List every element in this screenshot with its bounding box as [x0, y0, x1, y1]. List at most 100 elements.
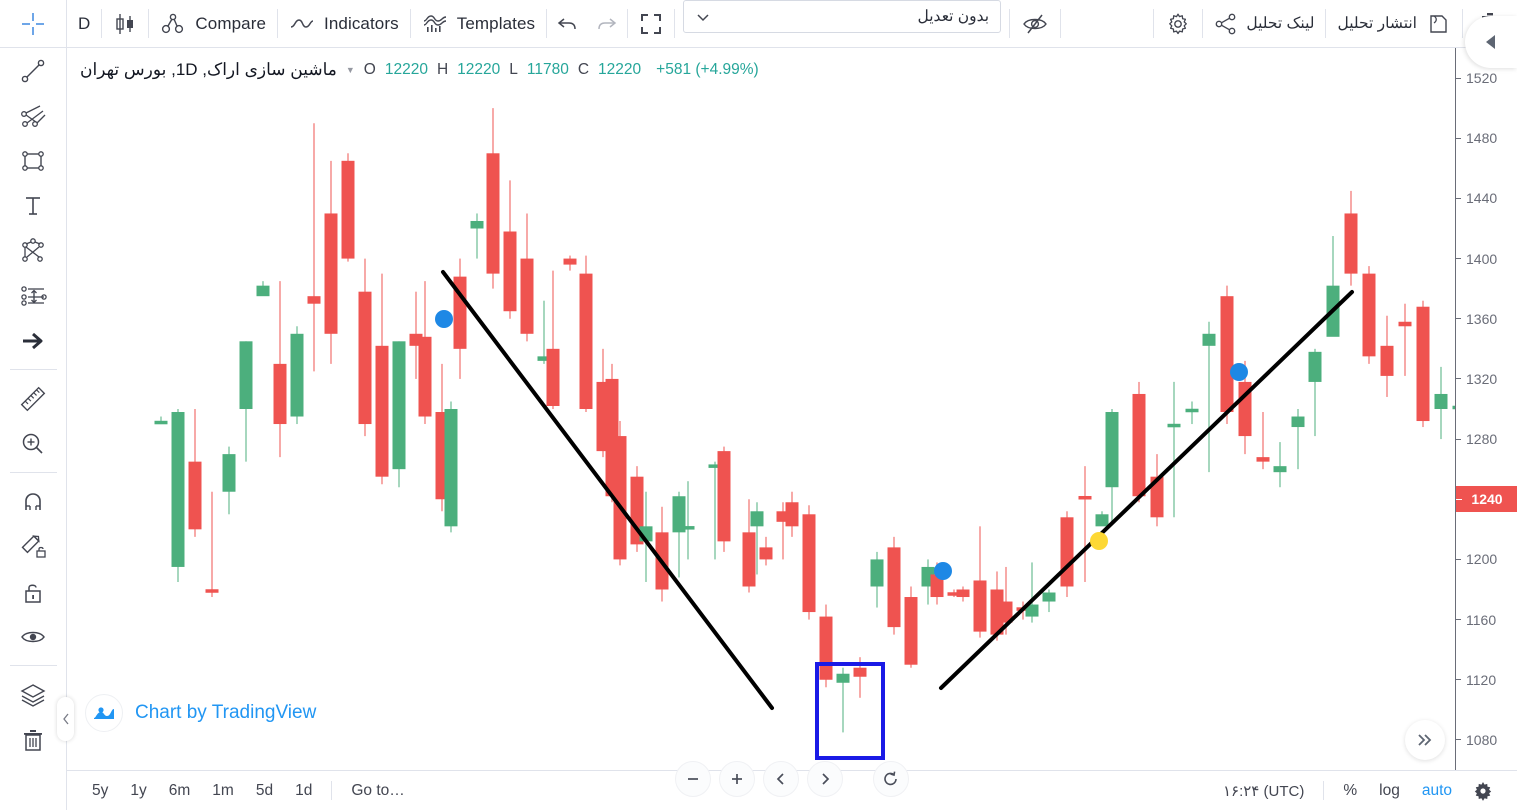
candle [870, 551, 884, 608]
stay-in-drawing-mode-tool[interactable] [0, 524, 67, 569]
chart-type-button[interactable] [102, 0, 148, 47]
zoom-out-button[interactable] [675, 761, 711, 797]
price-tick: 1080 [1456, 732, 1517, 748]
candle [563, 255, 577, 271]
range-button-1m[interactable]: 1m [201, 783, 245, 799]
candle [171, 409, 185, 582]
candle [375, 273, 389, 485]
hide-drawings-button[interactable] [1010, 0, 1060, 47]
indicators-button[interactable]: Indicators [278, 0, 410, 47]
top-toolbar: D Compare Indicators Templates بدون تعدی… [0, 0, 1517, 48]
trend-line-icon [19, 57, 47, 85]
candle [1185, 401, 1199, 425]
marker-blue-1[interactable] [435, 310, 453, 328]
publish-analysis-button[interactable]: انتشار تحلیل [1326, 0, 1462, 47]
crosshair-icon [20, 11, 46, 37]
chart-properties-button[interactable] [1463, 781, 1503, 801]
scroll-right-button[interactable] [807, 761, 843, 797]
chevron-double-right-icon [1415, 730, 1435, 750]
price-tick: 1320 [1456, 371, 1517, 387]
chart-area[interactable]: ماشین سازی اراک, 1D, بورس تهران ▼ O 12220… [67, 48, 1517, 810]
auto-scale-button[interactable]: auto [1411, 783, 1463, 799]
scroll-left-button[interactable] [763, 761, 799, 797]
candlestick-svg [154, 108, 1455, 760]
current-price-label[interactable]: 1240 [1456, 486, 1517, 513]
go-to-button[interactable]: Go to… [340, 783, 415, 799]
templates-icon [422, 12, 448, 36]
percent-scale-button[interactable]: % [1332, 783, 1368, 799]
zoom-tool[interactable] [0, 421, 67, 466]
pattern-tool[interactable] [0, 228, 67, 273]
hide-drawings-tool[interactable] [0, 614, 67, 659]
chevron-right-icon [816, 770, 834, 788]
prediction-tool[interactable] [0, 273, 67, 318]
tradingview-logo-icon [85, 694, 123, 732]
measure-tool[interactable] [0, 376, 67, 421]
tradingview-attribution[interactable]: Chart by TradingView [85, 694, 316, 732]
symbol-title[interactable]: ماشین سازی اراک, 1D, بورس تهران [80, 60, 337, 80]
marker-yellow-1[interactable] [1090, 532, 1108, 550]
share-analysis-label: لینک تحلیل [1246, 15, 1315, 32]
candle [1042, 589, 1056, 613]
marker-blue-3[interactable] [1230, 363, 1248, 381]
share-analysis-button[interactable]: لینک تحلیل [1203, 0, 1325, 47]
high-value: 12220 [457, 61, 501, 78]
zoom-in-button[interactable] [719, 761, 755, 797]
price-tick-label: 1480 [1466, 130, 1498, 147]
range-button-1y[interactable]: 1y [119, 783, 157, 799]
rectangle-tool[interactable] [0, 138, 67, 183]
compare-button[interactable]: Compare [149, 0, 277, 47]
range-button-1d[interactable]: 1d [284, 783, 323, 799]
uptrend-line[interactable] [939, 290, 1354, 690]
fullscreen-icon [639, 12, 663, 36]
adjustment-select-value: بدون تعدیل [917, 8, 990, 25]
price-tick: 1360 [1456, 311, 1517, 327]
marker-blue-2[interactable] [934, 562, 952, 580]
range-button-5d[interactable]: 5d [245, 783, 284, 799]
pitchfork-tool[interactable] [0, 93, 67, 138]
expand-panel-button[interactable] [1405, 720, 1445, 760]
reset-chart-button[interactable] [873, 761, 909, 797]
templates-button[interactable]: Templates [411, 0, 546, 47]
chart-settings-button[interactable] [1154, 0, 1202, 47]
crosshair-tool-button[interactable] [0, 0, 67, 47]
candle [1105, 409, 1119, 522]
trend-line-tool[interactable] [0, 48, 67, 93]
fullscreen-button[interactable] [628, 0, 674, 47]
text-icon [19, 192, 47, 220]
arrow-marker-tool[interactable] [0, 318, 67, 363]
text-tool[interactable] [0, 183, 67, 228]
candle [222, 446, 236, 515]
price-axis[interactable]: 1520 1480 1440 1400 1360 1320 1280 1240 1200 1160… [1455, 48, 1517, 770]
adjustment-select[interactable]: بدون تعدیل [683, 0, 1002, 33]
candle [1416, 300, 1430, 428]
undo-icon [556, 14, 578, 34]
publish-icon [1425, 11, 1451, 37]
collapse-left-toolbar-button[interactable] [57, 697, 74, 741]
log-scale-button[interactable]: log [1368, 783, 1411, 799]
range-button-5y[interactable]: 5y [81, 783, 119, 799]
chart-plot[interactable] [67, 48, 1455, 770]
undo-button[interactable] [547, 0, 587, 47]
tick-dash [1456, 739, 1461, 741]
range-button-6m[interactable]: 6m [158, 783, 202, 799]
redo-button[interactable] [587, 0, 627, 47]
tick-dash [1456, 137, 1461, 139]
price-tick-label: 1200 [1466, 551, 1498, 568]
interval-button[interactable]: D [67, 0, 101, 47]
publish-analysis-label: انتشار تحلیل [1337, 15, 1417, 32]
lock-drawings-tool[interactable] [0, 569, 67, 614]
clock-label[interactable]: ۱۶:۲۴ (UTC) [1212, 782, 1315, 800]
candle [444, 401, 458, 533]
tick-dash [1456, 378, 1461, 380]
tick-dash [1456, 679, 1461, 681]
pitchfork-icon [18, 102, 48, 130]
candle [392, 341, 406, 488]
right-panel-expander[interactable] [1465, 16, 1517, 68]
candle [341, 153, 355, 262]
arrow-right-icon [19, 327, 47, 355]
change-value: +581 (+4.99%) [656, 61, 759, 78]
candle [1132, 381, 1146, 503]
magnet-tool[interactable] [0, 479, 67, 524]
chevron-down-icon[interactable]: ▼ [346, 65, 355, 75]
